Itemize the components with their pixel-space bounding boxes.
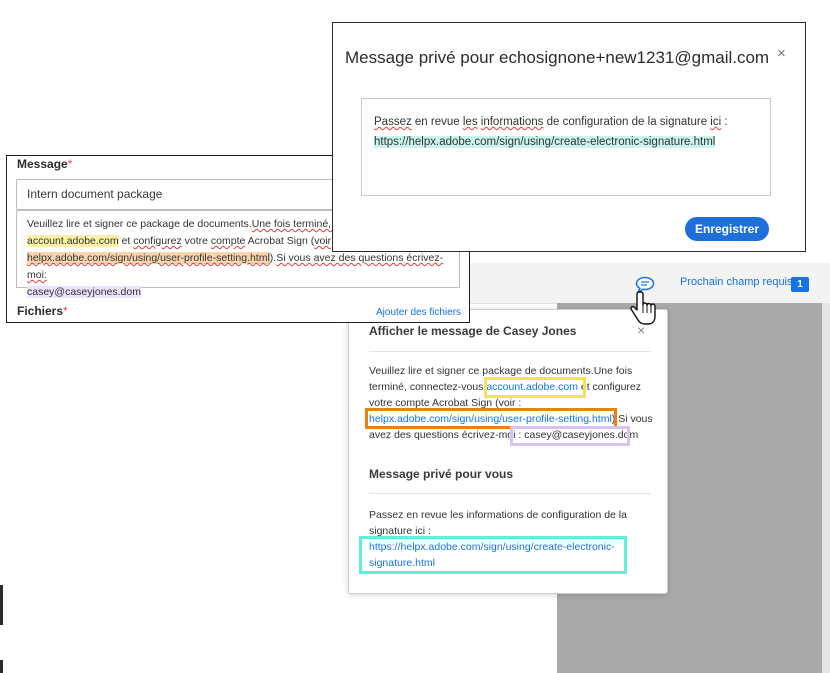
divider: [369, 493, 651, 494]
add-files-link[interactable]: Ajouter des fichiers: [376, 307, 461, 318]
document-scrollbar[interactable]: [822, 303, 830, 673]
next-field-count-badge: 1: [791, 277, 809, 292]
text-segment: voir: [314, 235, 332, 247]
signature-url-text: https://helpx.adobe.com/sign/using/creat…: [374, 136, 716, 148]
next-required-field-link[interactable]: Prochain champ requis: [680, 276, 793, 288]
left-edge-mark: [0, 585, 3, 625]
highlight-box-signature-link: [359, 536, 627, 574]
message-label: Message*: [17, 157, 72, 171]
required-mark: *: [67, 157, 73, 171]
message-popover: × Afficher le message de Casey Jones Veu…: [348, 309, 668, 594]
label-text: Fichiers: [17, 304, 64, 318]
hand-pointer-icon: [630, 291, 656, 325]
dialog-title: Message privé pour echosignone+new1231@g…: [345, 48, 770, 67]
text-segment: compte: [210, 235, 246, 247]
text-segment: de configuration de la signature: [543, 116, 711, 128]
text-segment: Acrobat Sign (: [245, 235, 315, 247]
text-segment: et: [118, 235, 134, 247]
close-icon[interactable]: ×: [777, 45, 786, 62]
save-button[interactable]: Enregistrer: [685, 217, 769, 241]
text-segment: informations: [480, 116, 544, 128]
text-segment: configurez: [133, 235, 182, 247]
text-segment: Veuillez lire et signer ce package de do…: [27, 218, 252, 230]
popover-heading-sender: Afficher le message de Casey Jones: [369, 324, 577, 338]
label-text: Message: [17, 157, 68, 171]
highlight-box-email: [510, 426, 630, 446]
highlight-box-account: [484, 377, 586, 398]
text-segment: en revue: [411, 116, 463, 128]
profile-link-text: helpx.adobe.com/sign/using/user-profile-…: [27, 252, 270, 264]
text-segment: Passez: [374, 116, 412, 128]
divider: [369, 351, 651, 352]
text-segment: les: [462, 116, 478, 128]
text-segment: votre: [181, 235, 211, 247]
email-text: casey@caseyjones.dom: [27, 286, 141, 298]
files-label: Fichiers*: [17, 304, 68, 318]
popover-heading-private: Message privé pour vous: [369, 467, 514, 481]
required-mark: *: [63, 304, 68, 318]
private-message-textarea[interactable]: Passez en revue les informations de conf…: [361, 98, 771, 196]
text-segment: ici: [710, 116, 722, 128]
account-link-text: account.adobe.com: [27, 235, 119, 247]
private-message-dialog: Message privé pour echosignone+new1231@g…: [332, 22, 806, 252]
left-edge-mark-2: [0, 660, 3, 673]
text-segment: :: [721, 116, 728, 128]
text-segment: Passez en revue les informations de conf…: [369, 509, 627, 537]
